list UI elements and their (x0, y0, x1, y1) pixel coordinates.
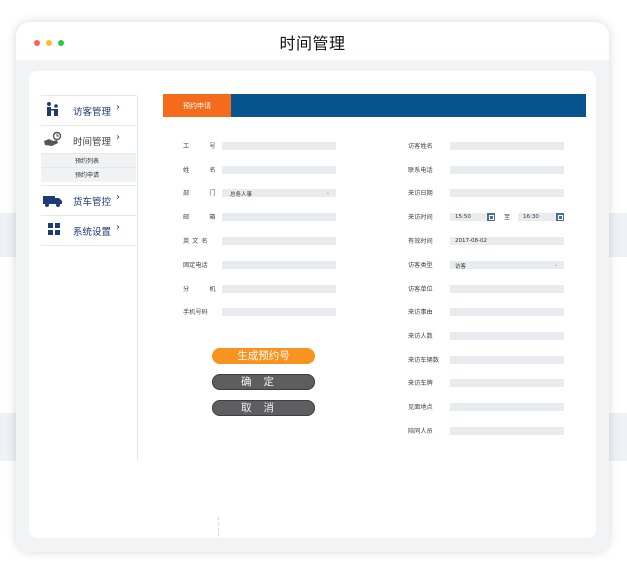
landline-field[interactable] (222, 261, 336, 269)
sidebar: 访客管理 › 时间管理 › 预约列表 预约申请 货车管控 › 系统设置 › (41, 95, 138, 460)
department-label: 部 门 (183, 190, 223, 197)
sidebar-item-trucks[interactable]: 货车管控 › (41, 185, 136, 215)
visitor-company-field[interactable] (450, 285, 564, 293)
sidebar-item-label: 时间管理 (73, 137, 112, 148)
visit-reason-label: 来访事由 (408, 309, 433, 316)
sidebar-subitem-appointment-apply[interactable]: 预约申请 (41, 167, 136, 182)
sidebar-item-visitors[interactable]: 访客管理 › (41, 95, 136, 125)
visitor-name-label: 访客姓名 (408, 143, 433, 150)
email-field[interactable] (222, 213, 336, 221)
visit-date-label: 来访日期 (408, 190, 433, 197)
visit-date-field[interactable] (450, 189, 564, 197)
chevron-right-icon: › (116, 222, 120, 233)
time-to-field[interactable]: 16:30 (518, 213, 564, 221)
visitor-type-select[interactable]: 访客 ⌄ (450, 261, 564, 270)
name-field[interactable] (222, 166, 336, 174)
department-select[interactable]: 总务人事 ⌄ (222, 189, 336, 198)
visitor-count-field[interactable] (450, 332, 564, 340)
hand-clock-icon (44, 131, 62, 146)
sidebar-subitem-appointment-list[interactable]: 预约列表 (41, 153, 136, 168)
contact-phone-label: 联系电话 (408, 167, 433, 174)
window-body: 访客管理 › 时间管理 › 预约列表 预约申请 货车管控 › 系统设置 › 预约… (16, 60, 609, 552)
truck-icon (43, 196, 62, 207)
vehicle-count-field[interactable] (450, 356, 564, 364)
name-label: 姓 名 (183, 167, 223, 174)
sidebar-item-label: 货车管控 (73, 197, 112, 208)
content-panel: 访客管理 › 时间管理 › 预约列表 预约申请 货车管控 › 系统设置 › 预约… (29, 71, 596, 538)
time-from-value: 15:50 (455, 214, 471, 220)
meeting-place-field[interactable] (450, 403, 564, 411)
visitor-type-value: 访客 (455, 264, 467, 270)
visit-time-label: 来访时间 (408, 214, 433, 221)
license-plate-field[interactable] (450, 379, 564, 387)
chevron-down-icon: ⌄ (325, 190, 330, 196)
tab-appointment-apply[interactable]: 预约申请 (163, 94, 231, 117)
employee-id-field[interactable] (222, 142, 336, 150)
valid-time-value: 2017-08-02 (455, 238, 487, 244)
vehicle-count-label: 来访车辆数 (408, 357, 439, 364)
landline-label: 固定电话 (183, 262, 208, 269)
window-title: 时间管理 (279, 34, 346, 53)
english-name-field[interactable] (222, 237, 336, 245)
sidebar-item-label: 系统设置 (73, 227, 112, 238)
email-label: 邮 箱 (183, 214, 223, 221)
extension-label: 分 机 (183, 286, 223, 293)
valid-time-label: 有效时间 (408, 238, 433, 245)
accompanying-label: 陪同人员 (408, 428, 433, 435)
department-value: 总务人事 (230, 192, 253, 198)
form-header-bar: 预约申请 (163, 94, 586, 117)
calendar-icon[interactable] (487, 213, 495, 221)
english-name-label: 英文名 (183, 238, 211, 245)
valid-time-field[interactable]: 2017-08-02 (450, 237, 564, 245)
sidebar-item-settings[interactable]: 系统设置 › (41, 215, 136, 246)
visitor-icon (47, 102, 58, 116)
cancel-button[interactable]: 取消 (212, 400, 315, 416)
visit-reason-field[interactable] (450, 308, 564, 316)
sidebar-item-label: 访客管理 (73, 107, 112, 118)
accompanying-field[interactable] (450, 427, 564, 435)
generate-number-button[interactable]: 生成预约号 (212, 348, 315, 364)
chevron-right-icon: › (116, 132, 120, 143)
contact-phone-field[interactable] (450, 166, 564, 174)
title-bar: 时间管理 (16, 22, 609, 60)
divider (218, 517, 220, 538)
employee-id-label: 工 号 (183, 143, 223, 150)
license-plate-label: 来访车牌 (408, 380, 433, 387)
subitem-label: 预约申请 (75, 172, 100, 179)
visitor-company-label: 访客单位 (408, 286, 433, 293)
visitor-count-label: 来访人数 (408, 333, 433, 340)
subitem-label: 预约列表 (75, 158, 100, 165)
mobile-label: 手机号码 (183, 309, 208, 316)
calendar-icon[interactable] (556, 213, 564, 221)
chevron-right-icon: › (116, 102, 120, 113)
extension-field[interactable] (222, 285, 336, 293)
time-to-value: 16:30 (523, 214, 539, 220)
time-from-field[interactable]: 15:50 (450, 213, 495, 221)
visitor-name-field[interactable] (450, 142, 564, 150)
app-window: 时间管理 访客管理 › 时间管理 › 预约列表 预约申请 货车管控 › 系统设置… (16, 22, 609, 552)
settings-grid-icon (48, 223, 60, 235)
time-range-separator: 至 (504, 214, 511, 221)
confirm-button[interactable]: 确定 (212, 374, 315, 390)
chevron-right-icon: › (116, 192, 120, 203)
meeting-place-label: 见面地点 (408, 404, 433, 411)
visitor-type-label: 访客类型 (408, 262, 433, 269)
tab-label: 预约申请 (183, 102, 211, 110)
chevron-down-icon: ⌄ (553, 262, 558, 268)
sidebar-item-time[interactable]: 时间管理 › (41, 125, 136, 155)
mobile-field[interactable] (222, 308, 336, 316)
